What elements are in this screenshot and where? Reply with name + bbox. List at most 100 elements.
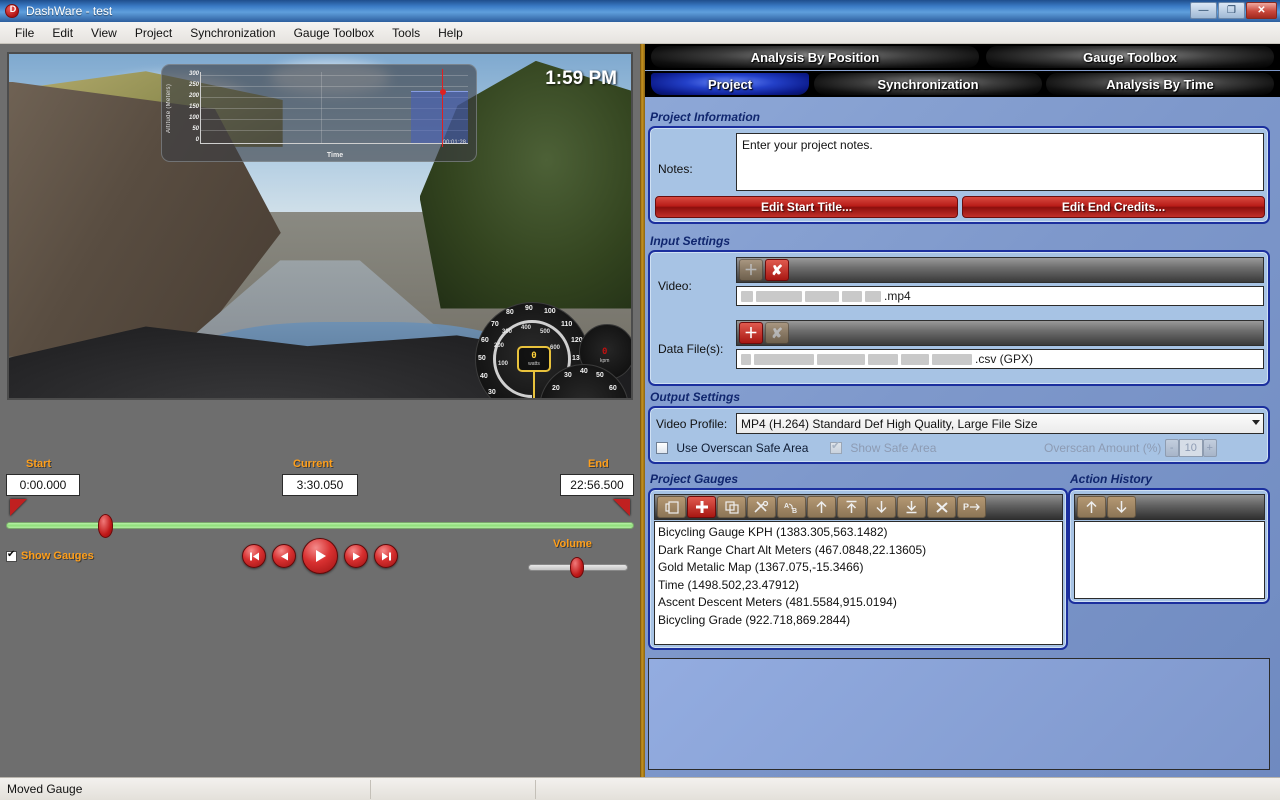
- overscan-amount-value[interactable]: 10: [1178, 439, 1203, 457]
- video-remove-icon[interactable]: ✘: [765, 259, 789, 281]
- tab-analysis-by-position[interactable]: Analysis By Position: [650, 45, 980, 69]
- skip-start-button[interactable]: [242, 544, 266, 568]
- rpm-unit: kpm: [600, 358, 610, 364]
- show-gauges-label: Show Gauges: [21, 550, 94, 562]
- minimize-button[interactable]: —: [1190, 2, 1217, 19]
- move-bottom-icon[interactable]: [897, 496, 926, 518]
- video-file-toolbar: ＋ ✘: [736, 257, 1264, 283]
- video-profile-label: Video Profile:: [656, 417, 728, 431]
- step-back-button[interactable]: [272, 544, 296, 568]
- move-down-icon[interactable]: [867, 496, 896, 518]
- menu-gauge-toolbox[interactable]: Gauge Toolbox: [285, 23, 384, 43]
- video-label: Video:: [658, 279, 692, 293]
- move-top-icon[interactable]: [837, 496, 866, 518]
- add-gauge-icon[interactable]: [687, 496, 716, 518]
- start-marker-handle[interactable]: [10, 499, 27, 516]
- overscan-increment-button[interactable]: +: [1202, 439, 1217, 457]
- close-button[interactable]: ✕: [1246, 2, 1277, 19]
- video-preview[interactable]: Altitude (Meters) 300 250 200 150 100 50…: [7, 52, 633, 400]
- redo-arrow-down-icon[interactable]: [1107, 496, 1136, 518]
- show-gauges-box[interactable]: [6, 549, 17, 562]
- chart-ytick: 150: [188, 104, 199, 110]
- list-item[interactable]: Bicycling Grade (922.718,869.2844): [658, 612, 1062, 630]
- end-time-field[interactable]: 22:56.500: [560, 474, 634, 496]
- menu-file[interactable]: File: [6, 23, 43, 43]
- menu-view[interactable]: View: [82, 23, 126, 43]
- chart-ytick: 100: [188, 115, 199, 121]
- chart-ytick: 250: [188, 82, 199, 88]
- chart-y-ticks: 300 250 200 150 100 50 0: [177, 71, 199, 145]
- chart-time-marker: 00:01:28: [442, 140, 466, 146]
- menu-tools[interactable]: Tools: [383, 23, 429, 43]
- properties-icon[interactable]: P: [957, 496, 986, 518]
- copy-gauge-icon[interactable]: [717, 496, 746, 518]
- chart-x-axis-label: Time: [326, 152, 344, 159]
- show-gauges-checkbox[interactable]: Show Gauges: [6, 549, 94, 562]
- undo-arrow-up-icon[interactable]: [1077, 496, 1106, 518]
- altitude-chart-overlay: Altitude (Meters) 300 250 200 150 100 50…: [161, 64, 477, 162]
- window-controls: — ❐ ✕: [1190, 2, 1277, 19]
- notes-textarea[interactable]: Enter your project notes.: [736, 133, 1264, 191]
- status-bar: Moved Gauge: [0, 777, 1280, 800]
- volume-thumb[interactable]: [570, 557, 584, 578]
- start-time-field[interactable]: 0:00.000: [6, 474, 80, 496]
- menu-project[interactable]: Project: [126, 23, 181, 43]
- end-marker-handle[interactable]: [613, 499, 630, 516]
- video-add-icon[interactable]: ＋: [739, 259, 763, 281]
- data-file-path[interactable]: .csv (GPX): [736, 349, 1264, 369]
- gauge-library-icon[interactable]: [657, 496, 686, 518]
- project-gauges-panel: AB P Bicycling Gauge KPH (1383.305,563.1…: [648, 488, 1068, 650]
- action-history-list[interactable]: [1074, 521, 1265, 599]
- move-up-icon[interactable]: [807, 496, 836, 518]
- chart-plot-area: [200, 69, 468, 147]
- project-gauges-list[interactable]: Bicycling Gauge KPH (1383.305,563.1482) …: [654, 521, 1063, 645]
- timeline-thumb[interactable]: [98, 514, 113, 538]
- pane-divider: [640, 44, 645, 777]
- tab-gauge-toolbox[interactable]: Gauge Toolbox: [985, 45, 1275, 69]
- volume-label: Volume: [553, 538, 592, 550]
- video-file-path[interactable]: .mp4: [736, 286, 1264, 306]
- restore-button[interactable]: ❐: [1218, 2, 1245, 19]
- skip-end-button[interactable]: [374, 544, 398, 568]
- current-label: Current: [293, 458, 333, 470]
- tab-project[interactable]: Project: [650, 72, 810, 96]
- chart-ytick: 200: [188, 93, 199, 99]
- show-safe-area-label: Show Safe Area: [850, 440, 937, 455]
- menu-synchronization[interactable]: Synchronization: [181, 23, 284, 43]
- show-safe-area-checkbox[interactable]: [830, 439, 842, 454]
- edit-start-title-button[interactable]: Edit Start Title...: [655, 196, 958, 218]
- watts-readout: 0 watts: [517, 346, 551, 372]
- tab-synchronization[interactable]: Synchronization: [813, 72, 1043, 96]
- list-item[interactable]: Gold Metalic Map (1367.075,-15.3466): [658, 559, 1062, 577]
- menu-edit[interactable]: Edit: [43, 23, 82, 43]
- list-item[interactable]: Bicycling Gauge KPH (1383.305,563.1482): [658, 524, 1062, 542]
- edit-end-credits-button[interactable]: Edit End Credits...: [962, 196, 1265, 218]
- data-remove-icon[interactable]: ✘: [765, 322, 789, 344]
- chart-altitude-area: [411, 91, 468, 143]
- clock-overlay: 1:59 PM: [545, 68, 617, 89]
- action-history-toolbar: [1074, 494, 1265, 520]
- watts-value: 0: [531, 351, 537, 361]
- overscan-decrement-button[interactable]: -: [1164, 439, 1179, 457]
- preview-pane: Altitude (Meters) 300 250 200 150 100 50…: [0, 44, 640, 777]
- svg-text:A: A: [784, 503, 789, 510]
- play-button[interactable]: [302, 538, 338, 574]
- gauge-tools-icon[interactable]: [747, 496, 776, 518]
- rpm-value: 0: [602, 347, 608, 357]
- settings-pane: Analysis By Position Gauge Toolbox Proje…: [640, 44, 1280, 777]
- menu-help[interactable]: Help: [429, 23, 472, 43]
- list-item[interactable]: Time (1498.502,23.47912): [658, 577, 1062, 595]
- use-overscan-checkbox[interactable]: [656, 441, 668, 454]
- chart-playhead: [442, 69, 443, 147]
- data-file-toolbar: ＋ ✘: [736, 320, 1264, 346]
- video-profile-select[interactable]: MP4 (H.264) Standard Def High Quality, L…: [736, 413, 1264, 434]
- tab-analysis-by-time[interactable]: Analysis By Time: [1045, 72, 1275, 96]
- list-item[interactable]: Ascent Descent Meters (481.5584,915.0194…: [658, 594, 1062, 612]
- rename-gauge-icon[interactable]: AB: [777, 496, 806, 518]
- transport-labels: Start Current End: [0, 456, 640, 472]
- step-forward-button[interactable]: [344, 544, 368, 568]
- list-item[interactable]: Dark Range Chart Alt Meters (467.0848,22…: [658, 542, 1062, 560]
- current-time-field[interactable]: 3:30.050: [282, 474, 358, 496]
- data-add-icon[interactable]: ＋: [739, 322, 763, 344]
- remove-gauge-icon[interactable]: [927, 496, 956, 518]
